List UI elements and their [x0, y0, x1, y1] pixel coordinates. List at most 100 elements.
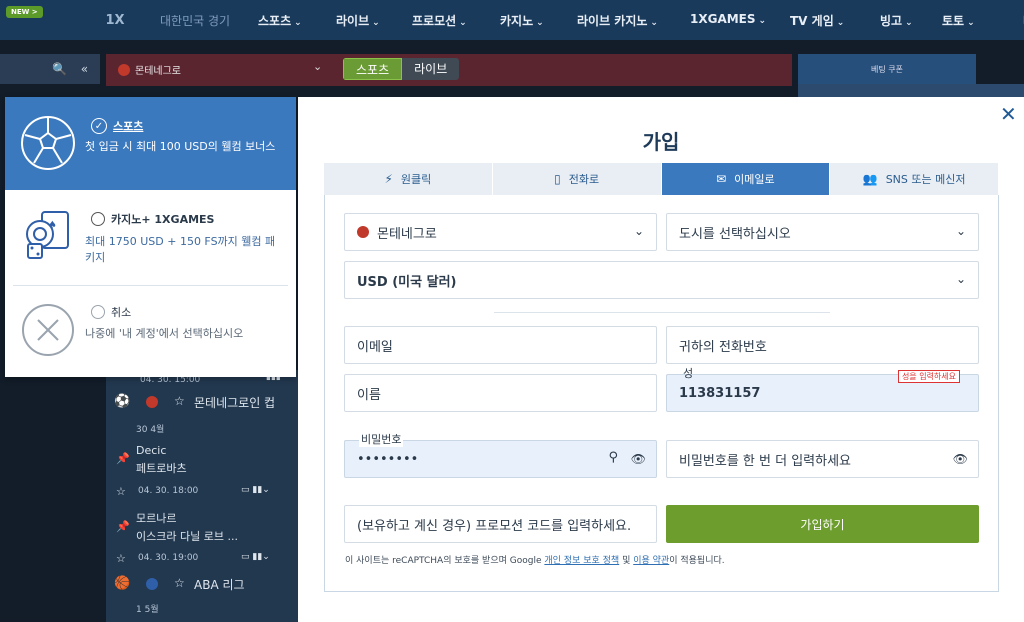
- close-icon[interactable]: ✕: [1000, 104, 1017, 124]
- country-select[interactable]: 몬테네그로 ⌄: [344, 213, 657, 251]
- nav-item[interactable]: 라이브 ⌄: [336, 12, 380, 29]
- nav-item-label: 토토: [942, 14, 965, 28]
- email-field[interactable]: 이메일: [344, 326, 657, 364]
- chevron-down-icon: ⌄: [758, 16, 767, 26]
- password-repeat-field[interactable]: 비밀번호를 한 번 더 입력하세요 👁: [666, 440, 979, 478]
- chevron-down-icon: ⌄: [836, 18, 845, 28]
- key-icon[interactable]: ⚲: [608, 450, 618, 465]
- nav-item[interactable]: 토토 ⌄: [942, 12, 975, 29]
- nav-item-label: 빙고: [880, 14, 903, 28]
- bonus-casino-title: 카지노+ 1XGAMES: [111, 213, 215, 226]
- registration-tabs: ⚡ 원클릭 ▯ 전화로 ✉ 이메일로 👥 SNS 또는 메신저: [324, 163, 999, 195]
- team-home: 모르나르: [136, 512, 177, 525]
- tab-label: 이메일로: [734, 173, 775, 186]
- soccer-ball-icon: ⚽: [114, 394, 131, 409]
- modal-title: 가입: [642, 130, 680, 154]
- cancel-circle-icon: [22, 304, 74, 356]
- people-icon: 👥: [862, 172, 878, 186]
- chevron-down-icon[interactable]: ⌄: [313, 60, 322, 73]
- bonus-option-casino[interactable]: ♠ 카지노+ 1XGAMES 최대 1750 USD + 150 FS까지 웰컴…: [5, 190, 296, 285]
- country-label: 몬테네그로: [135, 66, 181, 77]
- captcha-text: 이 적용됩니다.: [669, 556, 725, 566]
- pin-icon[interactable]: 📌: [116, 520, 130, 533]
- tab-social[interactable]: 👥 SNS 또는 메신저: [830, 163, 999, 195]
- join-button[interactable]: 가입하기: [666, 505, 979, 543]
- chevron-down-icon: ⌄: [967, 18, 975, 28]
- city-select[interactable]: 도시를 선택하십시오 ⌄: [666, 213, 979, 251]
- nav-item[interactable]: 라이브 카지노 ⌄: [577, 12, 658, 29]
- montenegro-flag-icon: [118, 63, 130, 76]
- last-name-value: 113831157: [679, 385, 761, 401]
- currency-select[interactable]: USD (미국 달러) ⌄: [344, 261, 979, 299]
- chevron-down-icon: ⌄: [955, 224, 966, 238]
- star-icon[interactable]: ☆: [174, 576, 185, 590]
- bonus-option-cancel[interactable]: 취소 나중에 '내 계정'에서 선택하십시오: [5, 286, 296, 377]
- nav-item-label: 프로모션: [412, 14, 457, 28]
- star-icon[interactable]: ☆: [174, 394, 185, 408]
- site-logo[interactable]: 1X: [100, 8, 130, 32]
- phone-placeholder: 귀하의 전화번호: [679, 339, 767, 355]
- team-home: Decic: [136, 444, 167, 457]
- collapse-icon[interactable]: «: [81, 62, 88, 76]
- pin-icon[interactable]: 📌: [116, 452, 130, 465]
- tab-label: 전화로: [568, 173, 600, 186]
- nav-item[interactable]: 카지노 ⌄: [500, 12, 544, 29]
- new-badge[interactable]: NEW >: [6, 6, 43, 18]
- nav-item[interactable]: 1XGAMES ⌄: [690, 12, 766, 26]
- bet-slip-header[interactable]: 베팅 쿠폰: [798, 54, 976, 84]
- bonus-cancel-title: 취소: [111, 306, 132, 319]
- last-name-label: 성: [683, 367, 694, 380]
- nav-item[interactable]: 스포츠 ⌄: [258, 12, 302, 29]
- nav-item[interactable]: 빙고 ⌄: [880, 12, 913, 29]
- event-time: 04. 30. 18:00: [138, 486, 199, 496]
- password-field[interactable]: 비밀번호 •••••••• ⚲ 👁: [344, 431, 657, 478]
- nav-item[interactable]: 대한민국 경기: [160, 12, 230, 29]
- nav-item-label: TV 게임: [790, 14, 834, 28]
- event-date: 1 5월: [136, 605, 159, 615]
- tab-sports[interactable]: 스포츠: [343, 58, 403, 80]
- password-value: ••••••••: [357, 451, 419, 467]
- phone-field[interactable]: 귀하의 전화번호: [666, 326, 979, 364]
- montenegro-flag-icon: [357, 226, 369, 238]
- tab-one-click[interactable]: ⚡ 원클릭: [324, 163, 493, 195]
- star-icon[interactable]: ☆: [116, 552, 126, 565]
- nav-item[interactable]: TV 게임 ⌄: [790, 12, 844, 29]
- tab-label: SNS 또는 메신저: [885, 173, 966, 186]
- field-error-tooltip: 성을 입력하세요: [897, 370, 960, 383]
- chevron-down-icon: ⌄: [294, 18, 302, 28]
- first-name-field[interactable]: 이름: [344, 374, 657, 412]
- nav-item-label: 1XGAMES: [690, 12, 756, 26]
- eye-hidden-icon[interactable]: 👁: [631, 452, 646, 466]
- first-name-placeholder: 이름: [357, 387, 381, 403]
- team-away: 페트로바츠: [136, 462, 187, 475]
- search-icon[interactable]: 🔍: [52, 62, 67, 76]
- captcha-text: 및: [622, 556, 631, 566]
- live-stats-icon[interactable]: ▭ ▮▮⌄: [241, 552, 270, 562]
- eye-hidden-icon[interactable]: 👁: [953, 452, 968, 466]
- password-label: 비밀번호: [359, 431, 404, 447]
- promo-placeholder: (보유하고 계신 경우) 프로모션 코드를 입력하세요.: [357, 518, 632, 534]
- radio-button[interactable]: [91, 305, 105, 319]
- tab-email[interactable]: ✉ 이메일로: [661, 163, 831, 195]
- recaptcha-notice: 이 사이트는 reCAPTCHA의 보호를 받으며 Google 개인 정보 보…: [345, 553, 725, 566]
- country-selector[interactable]: 몬테네그로: [118, 62, 181, 77]
- chevron-down-icon: ⌄: [955, 272, 966, 286]
- promo-code-field[interactable]: (보유하고 계신 경우) 프로모션 코드를 입력하세요.: [344, 505, 657, 543]
- last-name-field[interactable]: 성 113831157 성을 입력하세요: [666, 367, 979, 412]
- event-date: 30 4월: [136, 425, 165, 435]
- chevron-down-icon: ⌄: [459, 18, 467, 28]
- tab-phone[interactable]: ▯ 전화로: [493, 163, 662, 195]
- sports-live-toggle[interactable]: 스포츠 라이브: [343, 58, 460, 80]
- privacy-policy-link[interactable]: 개인 정보 보호 정책: [544, 556, 619, 566]
- radio-button[interactable]: [91, 212, 105, 226]
- terms-link[interactable]: 이용 약관: [633, 556, 669, 566]
- chevron-down-icon: ⌄: [650, 18, 658, 28]
- star-icon[interactable]: ☆: [116, 485, 126, 498]
- tab-live[interactable]: 라이브: [402, 58, 460, 80]
- envelope-icon: ✉: [716, 172, 727, 186]
- nav-item[interactable]: 프로모션 ⌄: [412, 12, 467, 29]
- city-placeholder: 도시를 선택하십시오: [679, 226, 791, 242]
- date-header: 1 5월: [106, 602, 298, 615]
- live-stats-icon[interactable]: ▭ ▮▮⌄: [241, 485, 270, 495]
- nav-item-label: 대한민국 경기: [160, 14, 231, 28]
